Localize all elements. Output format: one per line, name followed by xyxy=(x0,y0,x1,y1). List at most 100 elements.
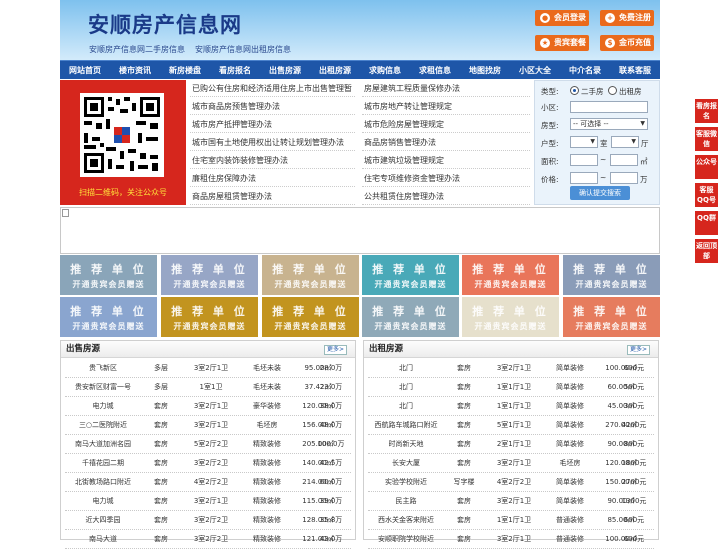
listing-community[interactable]: 电力城 xyxy=(67,397,139,416)
listing-community[interactable]: 电力城 xyxy=(67,492,139,511)
nav-sale-listings[interactable]: 出售房源 xyxy=(260,61,310,80)
policy-link[interactable]: 城市房产抵押管理办法 xyxy=(190,116,355,133)
policy-link[interactable]: 城市房地产转让管理规定 xyxy=(362,98,530,115)
listing-community[interactable]: 长安大厦 xyxy=(370,454,442,473)
listing-row[interactable]: 电力城 套房 3室2厅1卫 精致装修 115.00㎡ 39.0万 xyxy=(65,492,351,511)
register-button[interactable]: + 免费注册 xyxy=(600,10,654,26)
recommend-tile[interactable]: 推 荐 单 位开通贵宾会员赠送 xyxy=(563,297,660,337)
listing-row[interactable]: 西水关金客来附近 套房 1室1厅1卫 普通装修 85.00㎡ 600元 xyxy=(368,511,654,530)
banner-image[interactable] xyxy=(60,207,660,254)
policy-link[interactable]: 城市商品房预售管理办法 xyxy=(190,98,355,115)
recommend-tile[interactable]: 推 荐 单 位开通贵宾会员赠送 xyxy=(362,255,459,295)
listing-row[interactable]: 西航路车城路口附近 套房 5室1厅1卫 简单装修 270.00㎡ 4200元 xyxy=(368,416,654,435)
listing-row[interactable]: 长安大厦 套房 3室2厅1卫 毛坯房 120.00㎡ 1800元 xyxy=(368,454,654,473)
listing-community[interactable]: 北门 xyxy=(370,397,442,416)
coin-recharge-button[interactable]: $ 金币充值 xyxy=(600,35,654,51)
listing-community[interactable]: 北门 xyxy=(370,359,442,378)
sidebar-service-qq[interactable]: 客服QQ号 xyxy=(695,183,718,207)
listing-community[interactable]: 南马大道加洲名园 xyxy=(67,435,139,454)
hall-select[interactable]: ▼ xyxy=(611,136,639,148)
recommend-tile[interactable]: 推 荐 单 位开通贵宾会员赠送 xyxy=(60,297,157,337)
area-min-input[interactable] xyxy=(570,154,598,166)
recommend-tile[interactable]: 推 荐 单 位开通贵宾会员赠送 xyxy=(262,255,359,295)
recommend-tile[interactable]: 推 荐 单 位开通贵宾会员赠送 xyxy=(462,255,559,295)
listing-row[interactable]: 电力城 套房 3室2厅1卫 豪华装修 120.00㎡ 38.0万 xyxy=(65,397,351,416)
nav-contact[interactable]: 联系客服 xyxy=(610,61,660,80)
sidebar-back-to-top[interactable]: 返回顶部 xyxy=(695,239,718,263)
policy-link[interactable]: 住宅室内装饰装修管理办法 xyxy=(190,152,355,169)
listing-community[interactable]: 时尚新天地 xyxy=(370,435,442,454)
recommend-tile[interactable]: 推 荐 单 位开通贵宾会员赠送 xyxy=(161,297,258,337)
policy-link[interactable]: 城市国有土地使用权出让转让规划管理办法 xyxy=(190,134,355,151)
price-max-input[interactable] xyxy=(610,172,638,184)
sidebar-service-wechat[interactable]: 客服微信 xyxy=(695,127,718,151)
search-submit-button[interactable]: 确认提交搜索 xyxy=(570,186,630,200)
nav-viewing-signup[interactable]: 看房报名 xyxy=(210,61,260,80)
nav-news[interactable]: 楼市资讯 xyxy=(110,61,160,80)
policy-link[interactable]: 城市危险房屋管理规定 xyxy=(362,116,530,133)
policy-link[interactable]: 房屋建筑工程质量保修办法 xyxy=(362,80,530,97)
recommend-tile[interactable]: 推 荐 单 位开通贵宾会员赠送 xyxy=(262,297,359,337)
listing-row[interactable]: 实验学校附近 写字楼 4室2厅2卫 简单装修 150.00㎡ 2700元 xyxy=(368,473,654,492)
sale-radio[interactable] xyxy=(570,86,579,95)
vip-package-button[interactable]: ★ 贵宾套餐 xyxy=(535,35,589,51)
listing-row[interactable]: 贵安新区财富一号 多层 1室1卫 毛坯未装 37.42㎡ 23.0万 xyxy=(65,378,351,397)
listing-community[interactable]: 北街教场路口附近 xyxy=(67,473,139,492)
listing-community[interactable]: 北门 xyxy=(370,378,442,397)
listing-community[interactable]: 贵飞新区 xyxy=(67,359,139,378)
sidebar-qq-group[interactable]: QQ群 xyxy=(695,211,718,235)
listing-community[interactable]: 近大四季园 xyxy=(67,511,139,530)
listing-row[interactable]: 三○二医院附近 套房 3室2厅1卫 毛坯房 156.00㎡ 48.0万 xyxy=(65,416,351,435)
sidebar-viewing-signup[interactable]: 看房报名 xyxy=(695,99,718,123)
listing-community[interactable]: 民主路 xyxy=(370,492,442,511)
site-subtitle-rent[interactable]: 安顺房产信息网出租房信息 xyxy=(195,44,291,55)
listing-community[interactable]: 实验学校附近 xyxy=(370,473,442,492)
nav-wanted-buy[interactable]: 求购信息 xyxy=(360,61,410,80)
listing-community[interactable]: 贵安新区财富一号 xyxy=(67,378,139,397)
recommend-tile[interactable]: 推 荐 单 位开通贵宾会员赠送 xyxy=(362,297,459,337)
policy-link[interactable]: 商品房屋租赁管理办法 xyxy=(190,188,355,205)
recommend-tile[interactable]: 推 荐 单 位开通贵宾会员赠送 xyxy=(60,255,157,295)
policy-link[interactable]: 廉租住房保障办法 xyxy=(190,170,355,187)
house-type-select[interactable]: -- 可选择 -- ▼ xyxy=(570,118,648,130)
nav-new-homes[interactable]: 新房楼盘 xyxy=(160,61,210,80)
listing-community[interactable]: 千禧花园二期 xyxy=(67,454,139,473)
recommend-tile[interactable]: 推 荐 单 位开通贵宾会员赠送 xyxy=(563,255,660,295)
listing-community[interactable]: 西航路车城路口附近 xyxy=(370,416,442,435)
listing-row[interactable]: 北门 套房 3室2厅1卫 简单装修 100.00㎡ 600元 xyxy=(368,359,654,378)
nav-communities[interactable]: 小区大全 xyxy=(510,61,560,80)
room-select[interactable]: ▼ xyxy=(570,136,598,148)
nav-agents[interactable]: 中介名录 xyxy=(560,61,610,80)
site-title[interactable]: 安顺房产信息网 xyxy=(88,9,242,39)
listing-row[interactable]: 民主路 套房 3室2厅1卫 简单装修 90.00㎡ 1300元 xyxy=(368,492,654,511)
sidebar-official-account[interactable]: 公众号 xyxy=(695,155,718,179)
rent-more-link[interactable]: 更多> xyxy=(626,345,650,355)
login-button[interactable]: ● 会员登录 xyxy=(535,10,589,26)
listing-community[interactable]: 三○二医院附近 xyxy=(67,416,139,435)
rent-radio[interactable] xyxy=(608,86,617,95)
nav-wanted-rent[interactable]: 求租信息 xyxy=(410,61,460,80)
price-min-input[interactable] xyxy=(570,172,598,184)
policy-link[interactable]: 住宅专项维修资金管理办法 xyxy=(362,170,530,187)
policy-link[interactable]: 公共租赁住房管理办法 xyxy=(362,188,530,205)
listing-row[interactable]: 近大四季园 套房 3室2厅2卫 精致装修 128.00㎡ 35.8万 xyxy=(65,511,351,530)
nav-rent-listings[interactable]: 出租房源 xyxy=(310,61,360,80)
recommend-tile[interactable]: 推 荐 单 位开通贵宾会员赠送 xyxy=(161,255,258,295)
nav-home[interactable]: 网站首页 xyxy=(60,61,110,80)
listing-row[interactable]: 北门 套房 1室1厅1卫 简单装修 60.00㎡ 500元 xyxy=(368,378,654,397)
listing-row[interactable]: 南马大道加洲名园 套房 5室2厅2卫 精致装修 205.00㎡ 100.0万 xyxy=(65,435,351,454)
policy-link[interactable]: 已购公有住房和经济适用住房上市出售管理暂 xyxy=(190,80,355,97)
listing-row[interactable]: 北门 套房 1室1厅1卫 简单装修 45.00㎡ 300元 xyxy=(368,397,654,416)
area-max-input[interactable] xyxy=(610,154,638,166)
policy-link[interactable]: 商品房销售管理办法 xyxy=(362,134,530,151)
site-subtitle-sale[interactable]: 安顺房产信息网二手房信息 xyxy=(89,44,185,55)
listing-row[interactable]: 时尚新天地 套房 2室1厅1卫 简单装修 90.00㎡ 800元 xyxy=(368,435,654,454)
listing-row[interactable]: 北街教场路口附近 套房 4室2厅2卫 精致装修 214.00㎡ 60.0万 xyxy=(65,473,351,492)
policy-link[interactable]: 城市建筑垃圾管理规定 xyxy=(362,152,530,169)
nav-map-search[interactable]: 地图找房 xyxy=(460,61,510,80)
listing-row[interactable]: 贵飞新区 多层 3室2厅1卫 毛坯未装 95.00㎡ 28.0万 xyxy=(65,359,351,378)
listing-community[interactable]: 西水关金客来附近 xyxy=(370,511,442,530)
recommend-tile[interactable]: 推 荐 单 位开通贵宾会员赠送 xyxy=(462,297,559,337)
listing-row[interactable]: 千禧花园二期 套房 3室2厅2卫 精致装修 140.00㎡ 42.5万 xyxy=(65,454,351,473)
sale-more-link[interactable]: 更多> xyxy=(323,345,347,355)
